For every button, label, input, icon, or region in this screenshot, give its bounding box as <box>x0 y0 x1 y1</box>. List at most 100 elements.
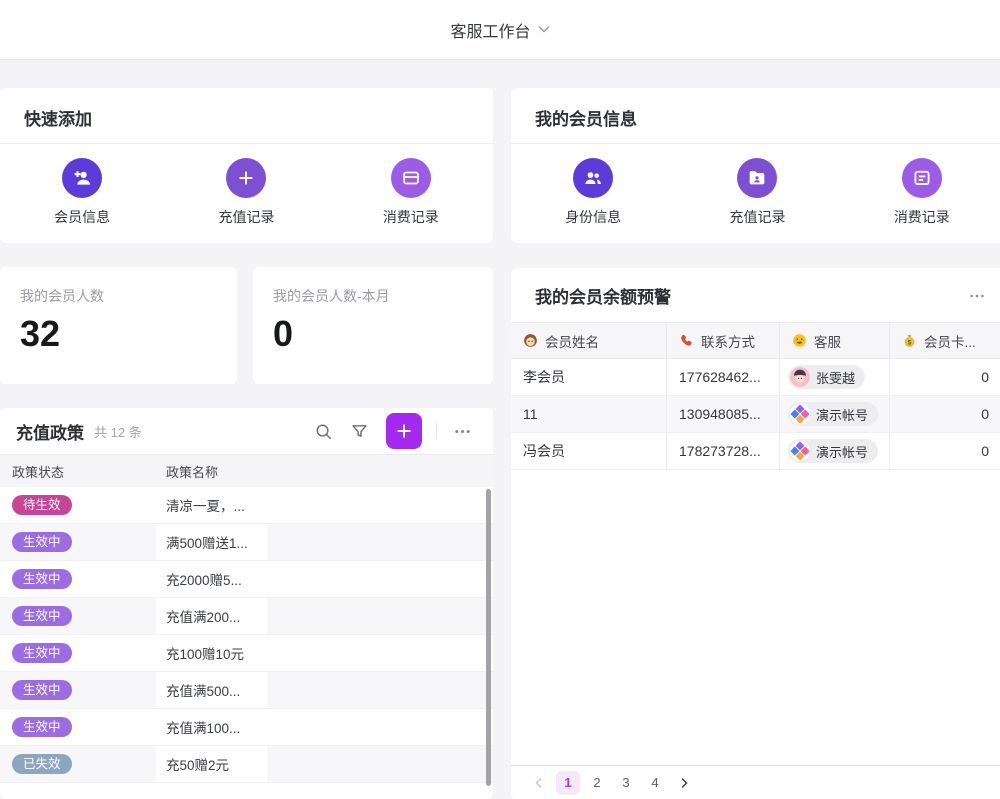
member-name: 李会员 <box>511 359 667 395</box>
member-balance: 0 <box>890 359 1000 395</box>
quick-add-member-info[interactable]: 会员信息 <box>0 158 164 227</box>
quick-add-recharge-record[interactable]: 充值记录 <box>164 158 328 227</box>
stat-card-member-count-month: 我的会员人数-本月 0 <box>253 267 493 384</box>
member-info-consume-record-label: 消费记录 <box>894 207 950 227</box>
quick-add-title: 快速添加 <box>0 88 493 144</box>
search-icon[interactable] <box>308 416 338 446</box>
policy-name: 充100赠10元 <box>156 635 267 671</box>
table-row[interactable]: 生效中 充值满500... <box>0 672 493 709</box>
policy-name: 充2000赠5... <box>156 561 267 597</box>
stat-card-member-count: 我的会员人数 32 <box>0 267 237 384</box>
moneybag-icon: $ <box>902 333 917 348</box>
status-badge: 生效中 <box>12 532 72 553</box>
balance-warning-header: 我的会员余额预警 <box>511 268 1000 323</box>
folder-icon <box>737 158 777 198</box>
calendar-icon <box>902 158 942 198</box>
add-record-button[interactable] <box>386 413 422 449</box>
table-row[interactable]: 已失效 充50赠2元 <box>0 746 493 783</box>
stats-row: 我的会员人数 32 我的会员人数-本月 0 <box>0 267 493 384</box>
status-badge: 待生效 <box>12 495 72 516</box>
balance-table-header: 会员姓名 联系方式 客服 $ 会员卡... <box>511 323 1000 359</box>
stat-label: 我的会员人数 <box>20 286 217 306</box>
table-row[interactable]: 生效中 满500赠送1... <box>0 524 493 561</box>
member-info-identity[interactable]: 身份信息 <box>511 158 675 227</box>
quick-add-card: 快速添加 会员信息 充值记录 <box>0 88 493 243</box>
table-row[interactable]: 待生效 清凉一夏，... <box>0 487 493 524</box>
status-badge: 生效中 <box>12 643 72 664</box>
member-name: 冯会员 <box>511 433 667 469</box>
recharge-policy-title: 充值政策 <box>16 419 84 444</box>
member-phone: 177628462... <box>667 359 780 395</box>
member-phone: 130948085... <box>667 396 780 432</box>
table-row-partial <box>0 783 493 799</box>
member-info-recharge-record[interactable]: 充值记录 <box>675 158 839 227</box>
vertical-scrollbar[interactable] <box>486 489 491 786</box>
table-row[interactable]: 11 130948085... 演示帐号 0 <box>511 396 1000 433</box>
smiley-icon <box>792 333 807 348</box>
page-button-4[interactable]: 4 <box>643 771 667 795</box>
table-row[interactable]: 生效中 充值满200... <box>0 598 493 635</box>
toolbar-divider <box>436 423 437 439</box>
policy-column-name: 政策名称 <box>156 462 267 481</box>
member-info-title: 我的会员信息 <box>511 88 1000 144</box>
phone-icon <box>679 333 694 348</box>
plus-icon <box>226 158 266 198</box>
svg-text:$: $ <box>908 339 912 346</box>
chevron-down-icon[interactable] <box>538 25 550 34</box>
member-info-card: 我的会员信息 身份信息 充值记录 <box>511 88 1000 243</box>
page-prev-button[interactable] <box>527 771 551 795</box>
left-column: 快速添加 会员信息 充值记录 <box>0 88 493 799</box>
member-info-recharge-record-label: 充值记录 <box>729 207 785 227</box>
policy-name: 充值满100... <box>156 709 267 745</box>
agent-name: 演示帐号 <box>816 405 868 424</box>
filter-icon[interactable] <box>344 416 374 446</box>
policy-name: 清凉一夏，... <box>156 487 267 523</box>
policy-name: 充值满500... <box>156 672 267 708</box>
stat-label: 我的会员人数-本月 <box>273 286 473 306</box>
diamond-logo-avatar <box>790 441 810 461</box>
agent-pill[interactable]: 演示帐号 <box>788 402 878 426</box>
page-next-button[interactable] <box>672 771 696 795</box>
person-add-icon <box>62 158 102 198</box>
stat-value: 0 <box>273 316 473 352</box>
recharge-policy-card: 充值政策 共 12 条 <box>0 408 493 799</box>
member-info-actions: 身份信息 充值记录 消费记录 <box>511 144 1000 227</box>
more-icon[interactable] <box>963 282 991 310</box>
app-title: 客服工作台 <box>450 18 530 42</box>
member-name: 11 <box>511 396 667 432</box>
top-bar: 客服工作台 <box>0 0 1000 60</box>
right-column: 我的会员信息 身份信息 充值记录 <box>511 88 1000 799</box>
table-row[interactable]: 生效中 充2000赠5... <box>0 561 493 598</box>
balance-warning-card: 我的会员余额预警 会员姓名 联系方式 客服 <box>511 268 1000 799</box>
dashboard: 快速添加 会员信息 充值记录 <box>0 60 1000 799</box>
page-button-3[interactable]: 3 <box>614 771 638 795</box>
people-icon <box>573 158 613 198</box>
recharge-policy-count: 共 12 条 <box>94 422 142 441</box>
recharge-policy-toolbar <box>308 413 477 449</box>
column-member-name: 会员姓名 <box>511 323 667 358</box>
table-row[interactable]: 冯会员 178273728... 演示帐号 0 <box>511 433 1000 470</box>
member-info-consume-record[interactable]: 消费记录 <box>840 158 1000 227</box>
agent-pill[interactable]: 张雯越 <box>788 365 865 389</box>
quick-add-member-info-label: 会员信息 <box>54 207 110 227</box>
status-badge: 已失效 <box>12 754 72 775</box>
quick-add-consume-record[interactable]: 消费记录 <box>329 158 493 227</box>
status-badge: 生效中 <box>12 569 72 590</box>
table-row[interactable]: 生效中 充值满100... <box>0 709 493 746</box>
more-icon[interactable] <box>447 416 477 446</box>
quick-add-recharge-record-label: 充值记录 <box>218 207 274 227</box>
page-button-2[interactable]: 2 <box>585 771 609 795</box>
policy-name: 充值满200... <box>156 598 267 634</box>
table-row[interactable]: 李会员 177628462... 张雯越 0 <box>511 359 1000 396</box>
table-row[interactable]: 生效中 充100赠10元 <box>0 635 493 672</box>
column-contact: 联系方式 <box>667 323 780 358</box>
balance-warning-title: 我的会员余额预警 <box>535 283 671 308</box>
pagination: 1 2 3 4 <box>511 765 1000 799</box>
page-button-1[interactable]: 1 <box>556 771 580 795</box>
status-badge: 生效中 <box>12 606 72 627</box>
member-phone: 178273728... <box>667 433 780 469</box>
agent-pill[interactable]: 演示帐号 <box>788 439 878 463</box>
quick-add-consume-record-label: 消费记录 <box>383 207 439 227</box>
agent-name: 张雯越 <box>816 368 855 387</box>
column-member-card: $ 会员卡... <box>890 323 1000 358</box>
